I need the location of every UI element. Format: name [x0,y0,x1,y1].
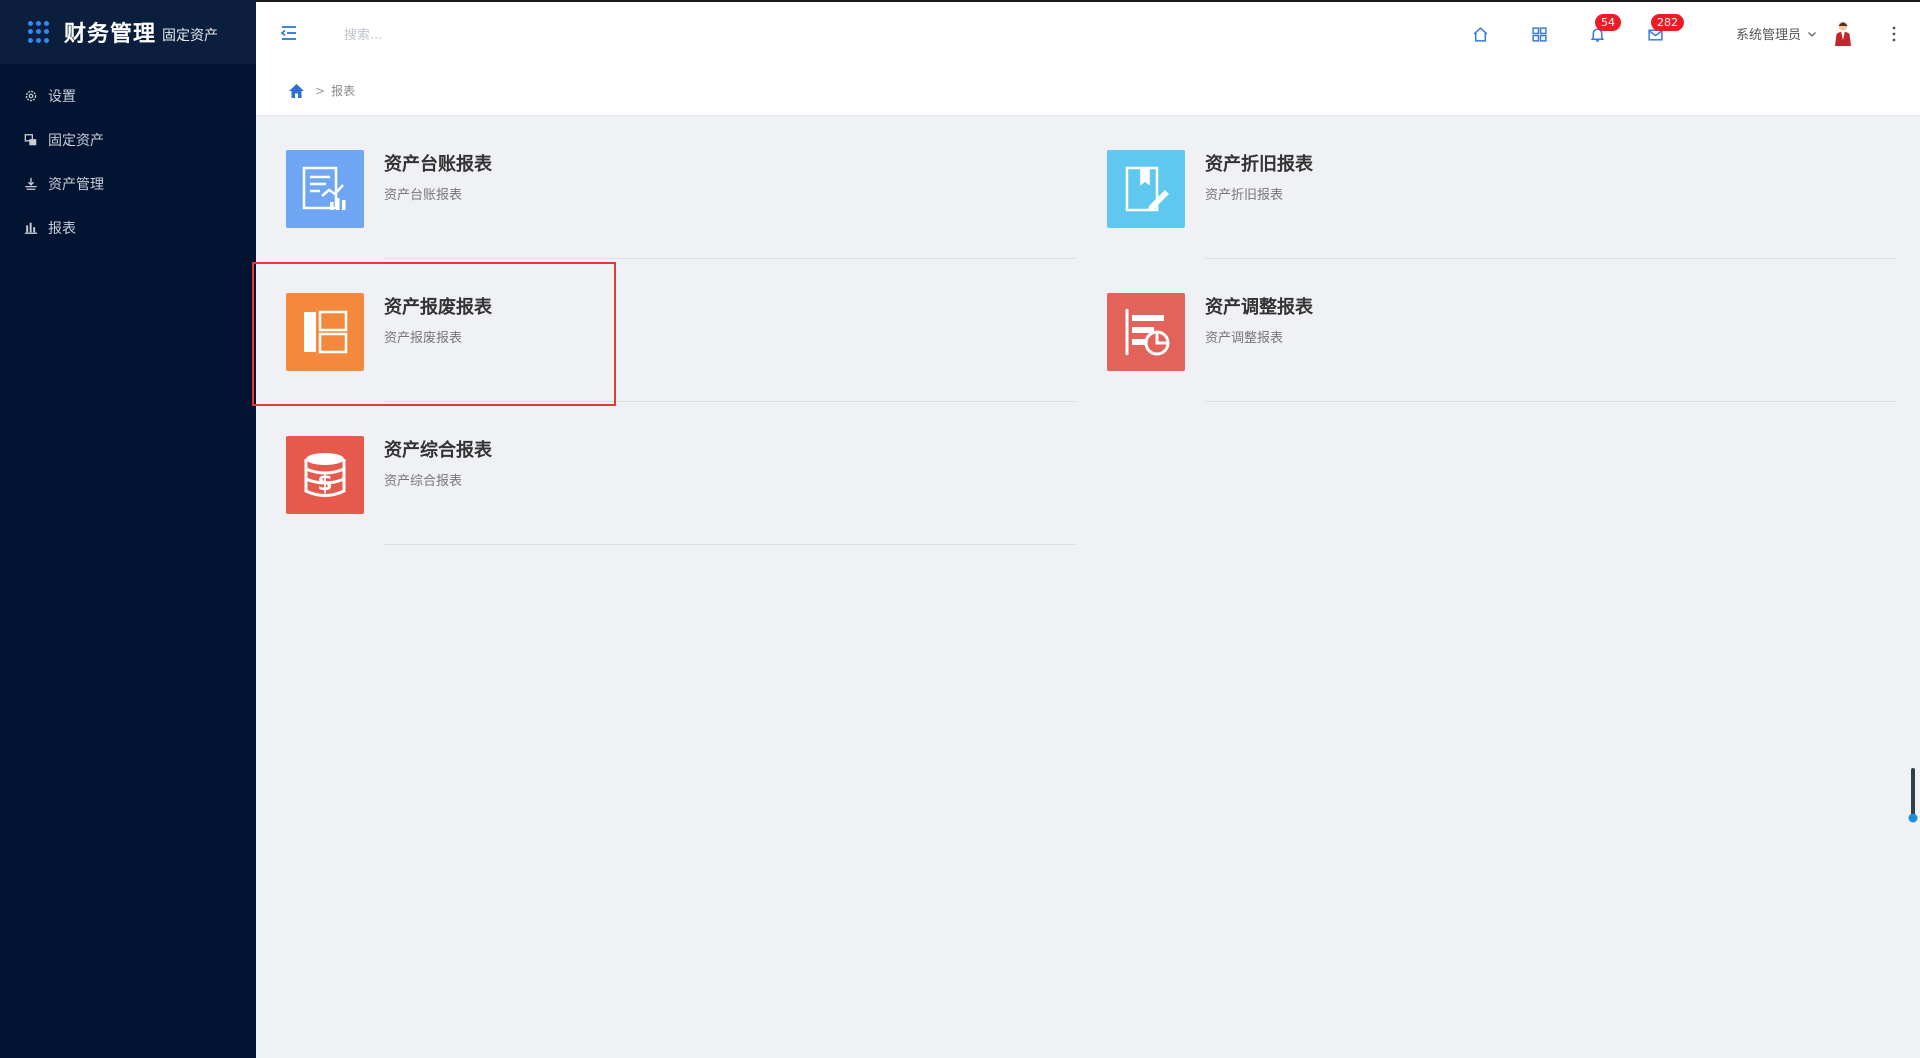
messages-button[interactable]: 282 [1645,14,1684,44]
report-description: 资产台账报表 [384,188,463,203]
sidebar-item-label: 固定资产 [48,133,104,149]
app-grid-icon[interactable] [28,21,50,43]
report-card-scrap[interactable]: 资产报废报表 资产报废报表 [256,259,1076,402]
sidebar-item-label: 资产管理 [48,177,104,193]
report-card-depreciation[interactable]: 资产折旧报表 资产折旧报表 [1077,116,1897,259]
sidebar-item-label: 报表 [48,221,76,237]
gear-icon [24,89,38,103]
divider [384,544,1076,545]
sidebar-item-settings[interactable]: 设置 [0,74,256,118]
svg-text:$: $ [317,471,332,496]
breadcrumb: > 报表 [256,66,1920,116]
sidebar-item-asset-management[interactable]: 资产管理 [0,162,256,206]
user-menu[interactable]: 系统管理员 [1736,24,1817,43]
sidebar-item-fixed-assets[interactable]: 固定资产 [0,118,256,162]
avatar[interactable] [1832,20,1854,46]
sidebar: 财务管理 固定资产 设置 固定资产 资产管理 报表 [0,0,256,1058]
bar-chart-icon [24,221,38,235]
depreciation-report-icon [1107,150,1185,228]
top-header: 54 282 系统管理员 [256,0,1920,66]
ledger-report-icon [286,150,364,228]
more-vertical-icon[interactable] [1886,24,1902,44]
report-title: 资产调整报表 [1205,297,1313,318]
sidebar-item-reports[interactable]: 报表 [0,206,256,250]
brand: 财务管理 固定资产 [0,0,256,64]
home-icon[interactable] [1470,24,1490,44]
report-card-ledger[interactable]: 资产台账报表 资产台账报表 [256,116,1076,259]
report-title: 资产台账报表 [384,154,492,175]
report-card-summary[interactable]: $ 资产综合报表 资产综合报表 [256,402,1076,545]
user-name: 系统管理员 [1736,28,1802,43]
adjust-report-icon [1107,293,1185,371]
apps-grid-icon[interactable] [1529,24,1549,44]
sidebar-menu: 设置 固定资产 资产管理 报表 [0,64,256,250]
summary-report-icon: $ [286,436,364,514]
report-description: 资产调整报表 [1205,331,1284,346]
chevron-down-icon [1808,31,1816,37]
scrollbar-thumb[interactable] [1908,768,1918,824]
manage-icon [24,177,38,191]
notifications-button[interactable]: 54 [1587,14,1621,44]
messages-badge: 282 [1651,14,1684,31]
sidebar-item-label: 设置 [48,89,76,105]
report-description: 资产报废报表 [384,331,463,346]
app-subtitle: 固定资产 [162,28,219,44]
report-description: 资产综合报表 [384,474,463,489]
report-card-adjust[interactable]: 资产调整报表 资产调整报表 [1077,259,1897,402]
report-title: 资产报废报表 [384,297,492,318]
scrap-report-icon [286,293,364,371]
notifications-badge: 54 [1595,14,1621,31]
app-title: 财务管理 [64,22,157,47]
breadcrumb-current: 报表 [331,84,356,98]
report-title: 资产折旧报表 [1205,154,1313,175]
divider [1205,401,1897,402]
search-input[interactable] [344,24,644,46]
menu-collapse-icon[interactable] [278,22,300,44]
breadcrumb-separator: > [315,83,326,98]
assets-icon [24,133,38,147]
report-description: 资产折旧报表 [1205,188,1284,203]
home-icon[interactable] [288,83,305,99]
report-title: 资产综合报表 [384,440,492,461]
